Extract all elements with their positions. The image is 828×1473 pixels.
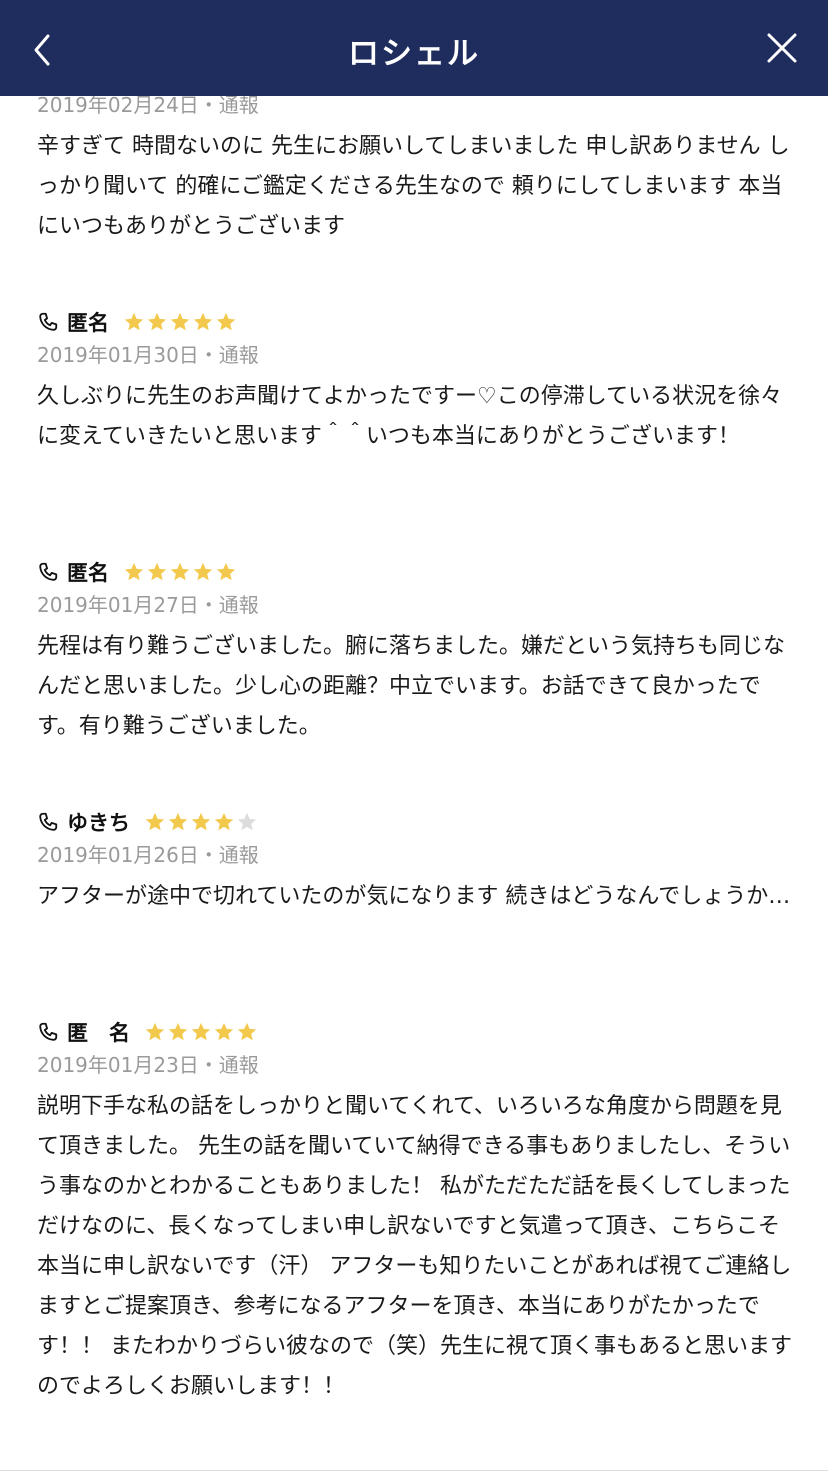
star-filled-icon	[214, 812, 234, 831]
review-header: 匿名	[37, 557, 238, 587]
report-link[interactable]: ・通報	[199, 93, 259, 117]
star-filled-icon	[168, 812, 188, 831]
star-filled-icon	[147, 312, 167, 331]
star-filled-icon	[168, 1022, 188, 1041]
star-filled-icon	[237, 1022, 257, 1041]
reviewer-name: ゆきち	[67, 811, 130, 835]
star-filled-icon	[214, 1022, 234, 1041]
star-rating	[123, 561, 238, 583]
review-date-text: 2019年02月24日	[37, 93, 199, 117]
star-filled-icon	[216, 562, 236, 581]
review-header: 匿名	[37, 307, 238, 337]
star-empty-icon	[237, 812, 257, 831]
review-date: 2019年01月26日・通報	[37, 839, 259, 868]
phone-icon	[39, 1022, 58, 1041]
review-date-text: 2019年01月30日	[37, 343, 199, 367]
reviewer-name: 匿 名	[67, 1021, 130, 1045]
review-body: アフターが途中で切れていたのが気になります 続きはどうなんでしょうか…	[37, 884, 791, 909]
review-date-text: 2019年01月26日	[37, 843, 199, 867]
review-date-text: 2019年01月23日	[37, 1053, 199, 1077]
phone-icon	[39, 812, 58, 831]
star-filled-icon	[124, 562, 144, 581]
divider	[0, 1470, 828, 1471]
report-link[interactable]: ・通報	[199, 1053, 259, 1077]
report-link[interactable]: ・通報	[199, 343, 259, 367]
star-filled-icon	[193, 562, 213, 581]
reviewer-name: 匿名	[67, 561, 109, 585]
phone-icon	[39, 312, 58, 331]
review-header: ゆきち	[37, 807, 259, 837]
star-filled-icon	[145, 812, 165, 831]
phone-icon	[39, 562, 58, 581]
star-filled-icon	[145, 1022, 165, 1041]
star-filled-icon	[147, 562, 167, 581]
star-filled-icon	[191, 812, 211, 831]
star-rating	[144, 1021, 259, 1043]
review-body: 先程は有り難うございました。腑に落ちました。嫌だという気持ちも同じなんだと思いま…	[37, 634, 786, 739]
review-body: 辛すぎて 時間ないのに 先生にお願いしてしまいました 申し訳ありません しっかり…	[37, 134, 790, 239]
review-date: 2019年01月27日・通報	[37, 589, 259, 618]
page-title: ロシェル	[348, 36, 480, 72]
review-date: 2019年01月23日・通報	[37, 1049, 259, 1078]
star-filled-icon	[193, 312, 213, 331]
review-header: 匿 名	[37, 1017, 259, 1047]
star-filled-icon	[191, 1022, 211, 1041]
review-body: 久しぶりに先生のお声聞けてよかったですー♡この停滞している状況を徐々に変えていき…	[37, 384, 783, 449]
review-date: 2019年01月30日・通報	[37, 339, 259, 368]
review-list: 2019年02月24日・通報 辛すぎて 時間ないのに 先生にお願いしてしまいまし…	[0, 0, 828, 1473]
report-link[interactable]: ・通報	[199, 593, 259, 617]
nav-bar: ロシェル	[0, 0, 828, 96]
close-icon[interactable]	[764, 30, 800, 66]
star-filled-icon	[216, 312, 236, 331]
star-filled-icon	[170, 562, 190, 581]
report-link[interactable]: ・通報	[199, 843, 259, 867]
reviewer-name: 匿名	[67, 311, 109, 335]
star-filled-icon	[124, 312, 144, 331]
review-body: 説明下手な私の話をしっかりと聞いてくれて、いろいろな角度から問題を見て頂きました…	[37, 1094, 792, 1399]
star-filled-icon	[170, 312, 190, 331]
star-rating	[123, 311, 238, 333]
review-date-text: 2019年01月27日	[37, 593, 199, 617]
star-rating	[144, 811, 259, 833]
